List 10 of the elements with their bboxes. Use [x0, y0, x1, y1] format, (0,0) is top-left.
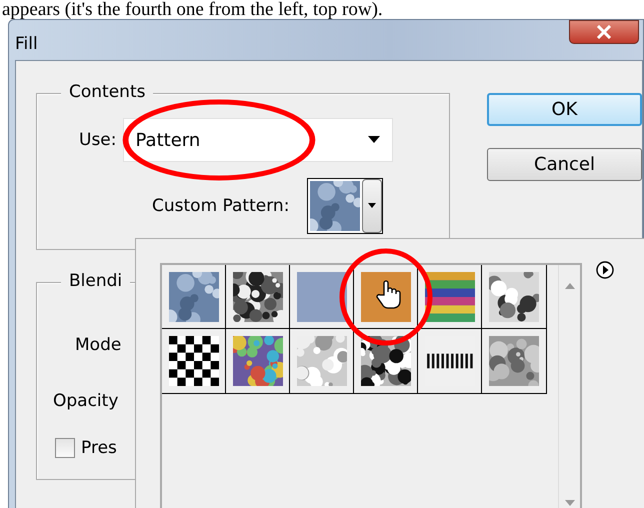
- window-title: Fill: [15, 33, 38, 54]
- use-dropdown[interactable]: Pattern: [122, 118, 392, 162]
- caption-text: appears (it's the fourth one from the left, top row).: [1, 0, 384, 19]
- use-label: Use:: [79, 130, 116, 150]
- cancel-button[interactable]: Cancel: [487, 148, 642, 181]
- opacity-label: Opacity: [53, 391, 118, 411]
- mode-label: Mode: [75, 335, 122, 355]
- custom-pattern-label: Custom Pattern:: [152, 196, 290, 216]
- ok-button[interactable]: OK: [487, 93, 642, 126]
- checkbox-label: Pres: [81, 438, 117, 458]
